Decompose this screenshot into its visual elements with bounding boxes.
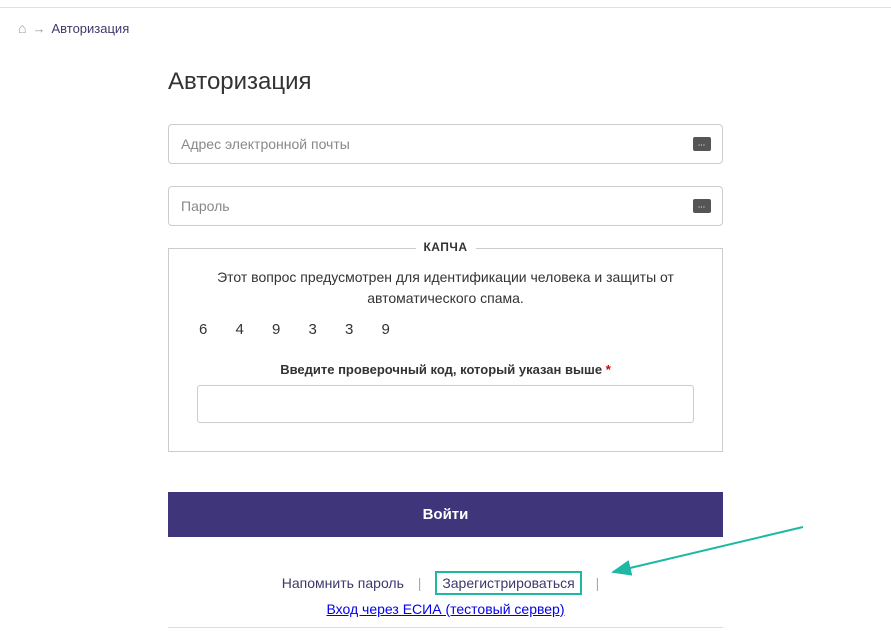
breadcrumb: ⌂ → Авторизация (0, 8, 891, 48)
esia-row: Вход через ЕСИА (тестовый сервер) (168, 601, 723, 617)
email-field-wrap: ••• (168, 124, 723, 164)
captcha-input[interactable] (197, 385, 694, 423)
autofill-icon[interactable]: ••• (693, 137, 711, 151)
autofill-icon[interactable]: ••• (693, 199, 711, 213)
links-row: Напомнить пароль | Зарегистрироваться | (168, 571, 723, 595)
login-button[interactable]: Войти (168, 492, 723, 537)
captcha-description: Этот вопрос предусмотрен для идентификац… (197, 267, 694, 309)
bottom-divider (168, 627, 723, 628)
captcha-box: КАПЧА Этот вопрос предусмотрен для идент… (168, 248, 723, 452)
captcha-legend: КАПЧА (415, 240, 475, 254)
home-icon[interactable]: ⌂ (18, 20, 26, 36)
link-separator: | (418, 575, 422, 591)
link-separator: | (596, 575, 600, 591)
captcha-input-label: Введите проверочный код, который указан … (197, 362, 694, 377)
required-star: * (606, 362, 611, 377)
main-content: Авторизация ••• ••• КАПЧА Этот вопрос пр… (168, 48, 723, 617)
esia-login-link[interactable]: Вход через ЕСИА (тестовый сервер) (327, 601, 565, 617)
remind-password-link[interactable]: Напомнить пароль (282, 575, 404, 591)
arrow-right-icon: → (32, 21, 45, 36)
page-title: Авторизация (168, 68, 723, 96)
captcha-label-text: Введите проверочный код, который указан … (280, 362, 602, 377)
breadcrumb-current: Авторизация (51, 21, 129, 36)
register-link[interactable]: Зарегистрироваться (435, 571, 581, 595)
top-divider (0, 0, 891, 8)
captcha-code: 6 4 9 3 3 9 (197, 321, 694, 338)
email-field[interactable] (168, 124, 723, 164)
password-field-wrap: ••• (168, 186, 723, 226)
password-field[interactable] (168, 186, 723, 226)
